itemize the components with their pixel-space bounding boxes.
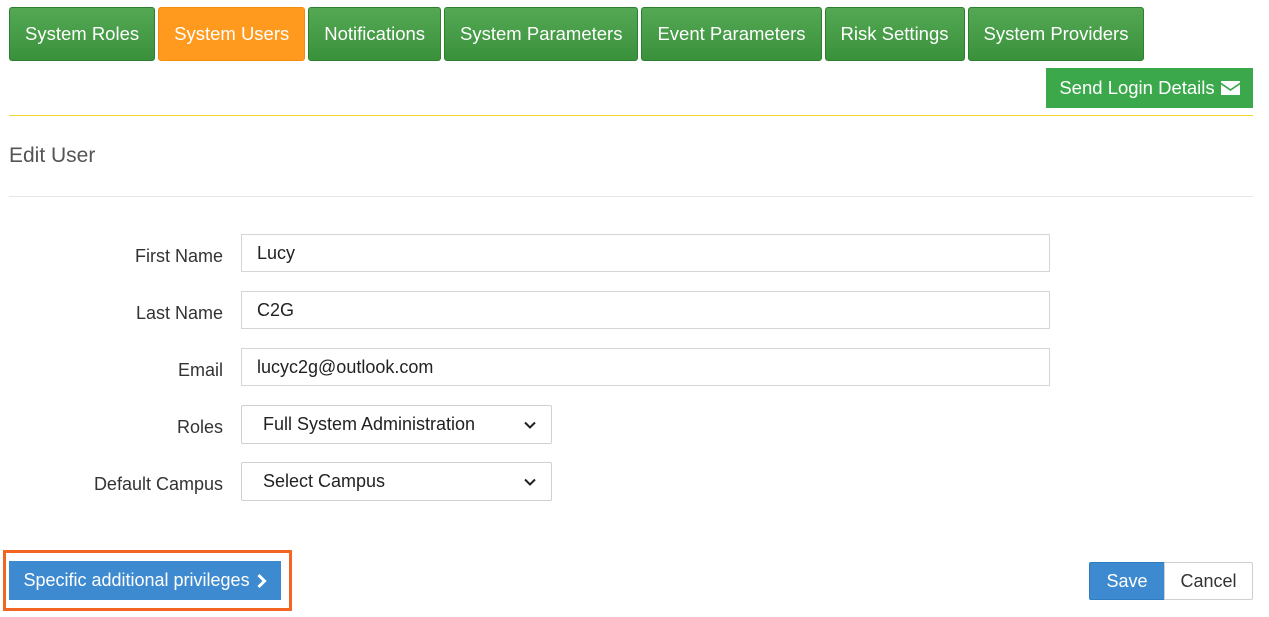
default-campus-select[interactable]: Select Campus	[241, 462, 552, 501]
page-title: Edit User	[9, 144, 96, 167]
tab-system-parameters[interactable]: System Parameters	[444, 7, 639, 61]
tab-system-providers[interactable]: System Providers	[967, 7, 1145, 61]
save-button[interactable]: Save	[1089, 562, 1165, 600]
default-campus-row: Default Campus Select Campus	[0, 462, 1269, 501]
email-label: Email	[177, 360, 223, 380]
default-campus-label: Default Campus	[93, 474, 223, 494]
last-name-row: Last Name	[0, 291, 1269, 329]
tab-event-parameters[interactable]: Event Parameters	[641, 7, 822, 61]
first-name-label: First Name	[134, 246, 223, 266]
last-name-label: Last Name	[135, 303, 223, 323]
chevron-down-icon	[524, 421, 536, 429]
tab-risk-settings[interactable]: Risk Settings	[824, 7, 965, 61]
cancel-button[interactable]: Cancel	[1164, 562, 1253, 600]
tab-system-users[interactable]: System Users	[158, 7, 306, 61]
tab-notifications[interactable]: Notifications	[308, 7, 442, 61]
specific-additional-privileges-button[interactable]: Specific additional privileges	[9, 561, 281, 600]
roles-label: Roles	[176, 417, 223, 437]
roles-select[interactable]: Full System Administration	[241, 405, 552, 444]
send-login-details-label: Send Login Details	[1059, 77, 1215, 98]
tab-system-roles[interactable]: System Roles	[9, 7, 156, 61]
roles-selected-value: Full System Administration	[263, 414, 476, 434]
chevron-right-icon	[257, 573, 267, 588]
default-campus-selected-value: Select Campus	[263, 471, 386, 491]
envelope-icon	[1220, 81, 1240, 95]
top-tabs: System Roles System Users Notifications …	[9, 7, 1145, 61]
chevron-down-icon	[524, 478, 536, 486]
title-divider	[9, 196, 1253, 197]
send-login-details-button[interactable]: Send Login Details	[1046, 68, 1253, 108]
first-name-input[interactable]	[241, 234, 1050, 272]
email-row: Email	[0, 348, 1269, 386]
roles-row: Roles Full System Administration	[0, 405, 1269, 444]
header-divider	[9, 115, 1253, 116]
privileges-button-label: Specific additional privileges	[23, 570, 250, 590]
first-name-row: First Name	[0, 234, 1269, 272]
last-name-input[interactable]	[241, 291, 1050, 329]
email-input[interactable]	[241, 348, 1050, 386]
